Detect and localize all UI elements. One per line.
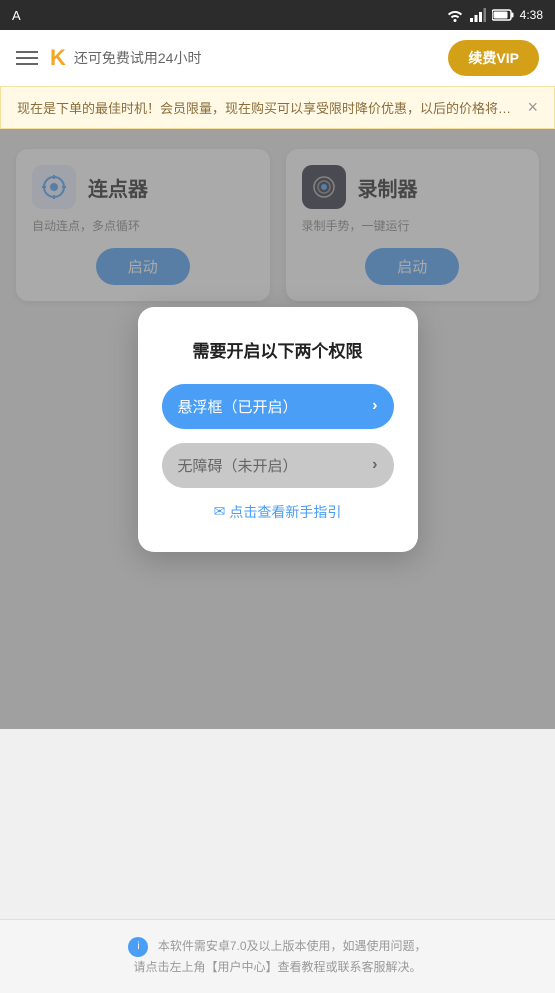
- footer-line2: 请点击左上角【用户中心】查看教程或联系客服解决。: [133, 960, 421, 974]
- dialog-overlay: 需要开启以下两个权限 悬浮框（已开启） › 无障碍（未开启） › ✉ 点击查看新…: [0, 129, 555, 729]
- logo-symbol: K: [50, 45, 66, 71]
- app-label: A: [12, 8, 21, 23]
- logo-area: K 还可免费试用24小时: [50, 45, 201, 71]
- status-left: A: [12, 8, 21, 23]
- main-content: 连点器 自动连点，多点循环 启动 录制器 录制手势，一键运行 启动: [0, 129, 555, 729]
- footer-line1: 本软件需安卓7.0及以上版本使用，如遇使用问题，: [158, 939, 427, 953]
- vip-button[interactable]: 续费VIP: [448, 40, 539, 76]
- permissions-dialog: 需要开启以下两个权限 悬浮框（已开启） › 无障碍（未开启） › ✉ 点击查看新…: [138, 307, 418, 552]
- footer-info-icon: i: [128, 937, 148, 957]
- status-bar: A 4:38: [0, 0, 555, 30]
- promo-banner: 现在是下单的最佳时机！会员限量，现在购买可以享受限时降价优惠，以后的价格将会逐步…: [0, 86, 555, 129]
- floating-window-button[interactable]: 悬浮框（已开启） ›: [162, 384, 394, 429]
- guide-link-text: 点击查看新手指引: [229, 502, 341, 522]
- banner-text: 现在是下单的最佳时机！会员限量，现在购买可以享受限时降价优惠，以后的价格将会逐步…: [17, 98, 519, 117]
- guide-link-icon: ✉: [214, 503, 226, 520]
- menu-button[interactable]: [16, 51, 38, 65]
- floating-window-arrow-icon: ›: [372, 397, 377, 415]
- accessibility-button[interactable]: 无障碍（未开启） ›: [162, 443, 394, 488]
- dialog-title: 需要开启以下两个权限: [162, 337, 394, 362]
- banner-close-button[interactable]: ×: [527, 97, 538, 118]
- header-subtitle: 还可免费试用24小时: [74, 48, 202, 68]
- app-header: K 还可免费试用24小时 续费VIP: [0, 30, 555, 86]
- wifi-icon: [446, 8, 464, 22]
- floating-window-label: 悬浮框（已开启）: [178, 396, 298, 417]
- time-display: 4:38: [520, 8, 543, 22]
- guide-link[interactable]: ✉ 点击查看新手指引: [162, 502, 394, 522]
- battery-icon: [492, 9, 514, 21]
- status-right: 4:38: [446, 8, 543, 22]
- signal-icon: [470, 8, 486, 22]
- header-left: K 还可免费试用24小时: [16, 45, 201, 71]
- accessibility-arrow-icon: ›: [372, 456, 377, 474]
- accessibility-label: 无障碍（未开启）: [178, 455, 298, 476]
- app-footer: i 本软件需安卓7.0及以上版本使用，如遇使用问题， 请点击左上角【用户中心】查…: [0, 919, 555, 993]
